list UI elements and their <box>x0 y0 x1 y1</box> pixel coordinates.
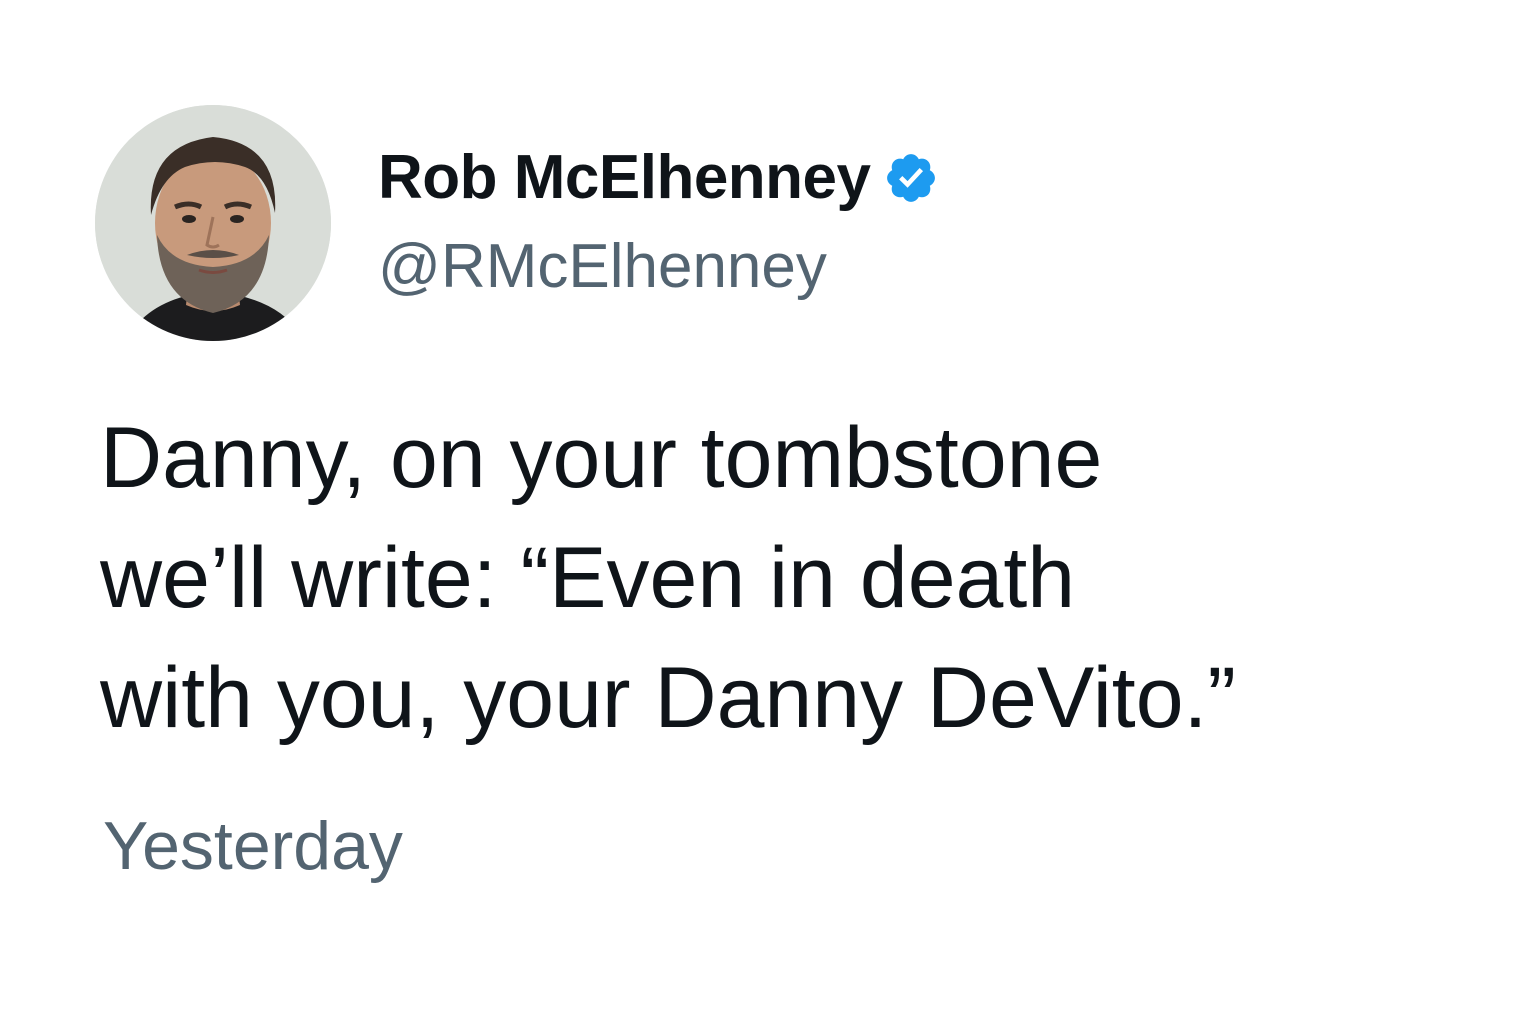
verified-badge-icon <box>883 150 939 206</box>
author-name-row[interactable]: Rob McElhenney <box>378 138 939 218</box>
author-handle[interactable]: @RMcElhenney <box>378 236 827 298</box>
tweet-text-line: Danny, on your tombstone <box>100 410 1103 506</box>
author-display-name[interactable]: Rob McElhenney <box>378 147 871 209</box>
avatar[interactable] <box>95 105 331 341</box>
tweet-text: Danny, on your tombstone we’ll write: “E… <box>100 398 1400 758</box>
tweet-timestamp[interactable]: Yesterday <box>103 812 403 880</box>
tweet-text-line: with you, your Danny DeVito.” <box>100 650 1237 746</box>
tweet-text-line: we’ll write: “Even in death <box>100 530 1076 626</box>
tweet-card: Rob McElhenney @RMcElhenney Danny, on yo… <box>0 0 1536 1024</box>
profile-photo-icon <box>95 105 331 341</box>
